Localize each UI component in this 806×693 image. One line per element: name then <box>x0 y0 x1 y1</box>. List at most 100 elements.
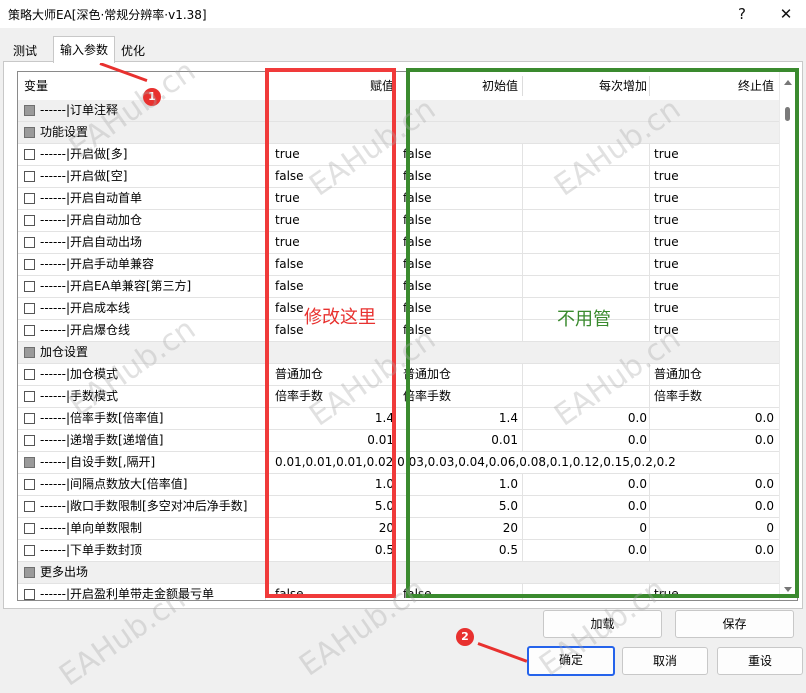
start-cell[interactable]: 1.0 <box>499 474 518 495</box>
parameter-row[interactable]: ------|开启做[多] true false true <box>18 144 780 166</box>
value-cell[interactable]: 0.01 <box>367 430 394 451</box>
optimize-checkbox[interactable] <box>24 413 35 424</box>
parameter-row[interactable]: ------|开启自动首单 true false true <box>18 188 780 210</box>
value-cell[interactable]: 5.0 <box>375 496 394 517</box>
start-cell[interactable]: false <box>403 188 432 209</box>
header-start[interactable]: 初始值 <box>482 72 518 100</box>
start-cell[interactable]: 0.01 <box>491 430 518 451</box>
value-cell[interactable]: 20 <box>379 518 394 539</box>
start-cell[interactable]: false <box>403 320 432 341</box>
step-cell[interactable]: 0.0 <box>628 540 647 561</box>
reset-button[interactable]: 重设 <box>717 647 803 675</box>
optimize-checkbox[interactable] <box>24 149 35 160</box>
value-cell[interactable]: false <box>275 298 304 319</box>
parameter-row[interactable]: ------|加仓模式 普通加仓 普通加仓 普通加仓 <box>18 364 780 386</box>
stop-cell[interactable]: true <box>654 166 679 187</box>
parameter-row[interactable]: ------|开启自动出场 true false true <box>18 232 780 254</box>
parameter-row[interactable]: ------|敞口手数限制[多空对冲后净手数] 5.0 5.0 0.0 0.0 <box>18 496 780 518</box>
optimize-checkbox[interactable] <box>24 589 35 600</box>
stop-cell[interactable]: 倍率手数 <box>654 386 702 407</box>
value-cell[interactable]: false <box>275 254 304 275</box>
value-cell[interactable]: true <box>275 232 300 253</box>
step-cell[interactable]: 0.0 <box>628 496 647 517</box>
start-cell[interactable]: false <box>403 276 432 297</box>
stop-cell[interactable]: 普通加仓 <box>654 364 702 385</box>
optimize-checkbox[interactable] <box>24 105 35 116</box>
optimize-checkbox[interactable] <box>24 545 35 556</box>
stop-cell[interactable]: true <box>654 232 679 253</box>
save-button[interactable]: 保存 <box>675 610 794 638</box>
parameter-row[interactable]: ------|开启自动加仓 true false true <box>18 210 780 232</box>
start-cell[interactable]: 5.0 <box>499 496 518 517</box>
header-name[interactable]: 变量 <box>24 72 48 100</box>
stop-cell[interactable]: true <box>654 144 679 165</box>
stop-cell[interactable]: 0.0 <box>755 430 774 451</box>
header-step[interactable]: 每次增加 <box>599 72 647 100</box>
optimize-checkbox[interactable] <box>24 259 35 270</box>
stop-cell[interactable]: 0 <box>766 518 774 539</box>
value-cell[interactable]: false <box>275 320 304 341</box>
optimize-checkbox[interactable] <box>24 501 35 512</box>
start-cell[interactable]: false <box>403 144 432 165</box>
parameter-row[interactable]: ------|开启EA单兼容[第三方] false false true <box>18 276 780 298</box>
optimize-checkbox[interactable] <box>24 523 35 534</box>
value-cell[interactable]: 0.5 <box>375 540 394 561</box>
cancel-button[interactable]: 取消 <box>622 647 708 675</box>
value-cell[interactable]: 1.0 <box>375 474 394 495</box>
value-cell[interactable]: 1.4 <box>375 408 394 429</box>
value-cell[interactable]: false <box>275 166 304 187</box>
vertical-scrollbar[interactable] <box>779 72 797 600</box>
help-button[interactable]: ? <box>728 3 756 25</box>
parameter-row[interactable]: ------|自设手数[,隔开] 0.01,0.01,0.01,0.02,0.03… <box>18 452 780 474</box>
stop-cell[interactable]: true <box>654 254 679 275</box>
stop-cell[interactable]: true <box>654 210 679 231</box>
parameter-row[interactable]: ------|倍率手数[倍率值] 1.4 1.4 0.0 0.0 <box>18 408 780 430</box>
value-cell[interactable]: 倍率手数 <box>275 386 323 407</box>
optimize-checkbox[interactable] <box>24 193 35 204</box>
optimize-checkbox[interactable] <box>24 457 35 468</box>
optimize-checkbox[interactable] <box>24 479 35 490</box>
parameter-row[interactable]: ------|开启爆仓线 false false true <box>18 320 780 342</box>
parameter-row[interactable]: ------|下单手数封顶 0.5 0.5 0.0 0.0 <box>18 540 780 562</box>
optimize-checkbox[interactable] <box>24 237 35 248</box>
parameter-row[interactable]: ------|开启手动单兼容 false false true <box>18 254 780 276</box>
stop-cell[interactable]: true <box>654 320 679 341</box>
stop-cell[interactable]: 0.0 <box>755 540 774 561</box>
group-row[interactable]: 加仓设置 <box>18 342 780 364</box>
parameter-row[interactable]: ------|间隔点数放大[倍率值] 1.0 1.0 0.0 0.0 <box>18 474 780 496</box>
parameter-row[interactable]: ------|手数模式 倍率手数 倍率手数 倍率手数 <box>18 386 780 408</box>
optimize-checkbox[interactable] <box>24 391 35 402</box>
optimize-checkbox[interactable] <box>24 567 35 578</box>
stop-cell[interactable]: 0.0 <box>755 474 774 495</box>
parameter-row[interactable]: ------|单向单数限制 20 20 0 0 <box>18 518 780 540</box>
optimize-checkbox[interactable] <box>24 281 35 292</box>
header-value[interactable]: 赋值 <box>370 72 394 100</box>
value-cell[interactable]: true <box>275 210 300 231</box>
close-button[interactable]: ✕ <box>772 3 800 25</box>
group-row[interactable]: 功能设置 <box>18 122 780 144</box>
stop-cell[interactable]: true <box>654 584 679 600</box>
parameter-row[interactable]: ------|开启盈利单带走金额最亏单 false false true <box>18 584 780 600</box>
scroll-thumb[interactable] <box>785 107 790 121</box>
optimize-checkbox[interactable] <box>24 435 35 446</box>
optimize-checkbox[interactable] <box>24 171 35 182</box>
optimize-checkbox[interactable] <box>24 347 35 358</box>
start-cell[interactable]: false <box>403 254 432 275</box>
stop-cell[interactable]: 0.0 <box>755 496 774 517</box>
value-cell[interactable]: true <box>275 144 300 165</box>
group-row[interactable]: 更多出场 <box>18 562 780 584</box>
optimize-checkbox[interactable] <box>24 369 35 380</box>
value-cell[interactable]: true <box>275 188 300 209</box>
parameter-row[interactable]: ------|开启成本线 false false true <box>18 298 780 320</box>
start-cell[interactable]: false <box>403 232 432 253</box>
value-cell[interactable]: 普通加仓 <box>275 364 323 385</box>
step-cell[interactable]: 0.0 <box>628 474 647 495</box>
start-cell[interactable]: 普通加仓 <box>403 364 451 385</box>
ok-button[interactable]: 确定 <box>527 646 615 676</box>
stop-cell[interactable]: true <box>654 188 679 209</box>
optimize-checkbox[interactable] <box>24 215 35 226</box>
step-cell[interactable]: 0.0 <box>628 408 647 429</box>
start-cell[interactable]: false <box>403 166 432 187</box>
stop-cell[interactable]: 0.0 <box>755 408 774 429</box>
step-cell[interactable]: 0 <box>639 518 647 539</box>
